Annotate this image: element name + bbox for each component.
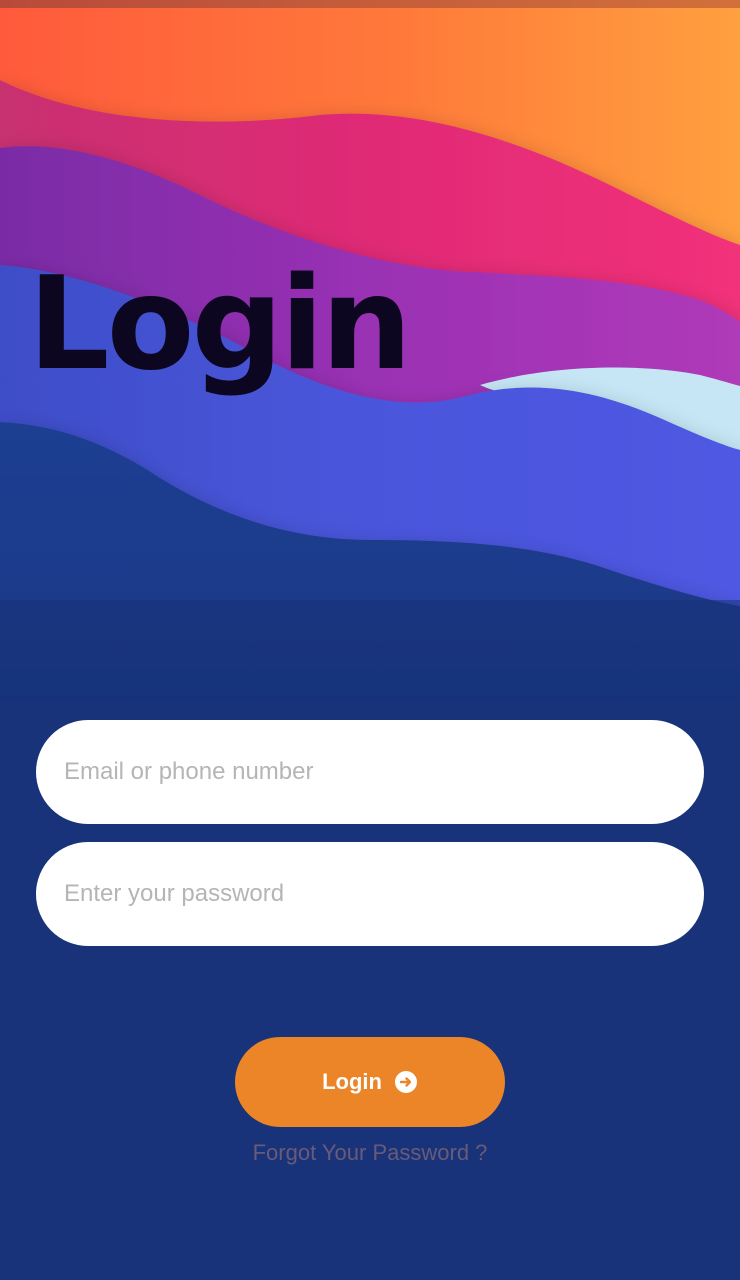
forgot-password-link[interactable]: Forgot Your Password ?	[0, 1140, 740, 1166]
login-button[interactable]: Login	[235, 1037, 505, 1127]
arrow-right-circle-icon	[394, 1070, 418, 1094]
page-title: Login	[28, 250, 412, 399]
login-button-label: Login	[322, 1069, 382, 1094]
login-screen: Login Login Forgot Your Password ?	[0, 0, 740, 1280]
password-input[interactable]	[36, 842, 704, 946]
email-input[interactable]	[36, 720, 704, 824]
status-bar	[0, 0, 740, 8]
